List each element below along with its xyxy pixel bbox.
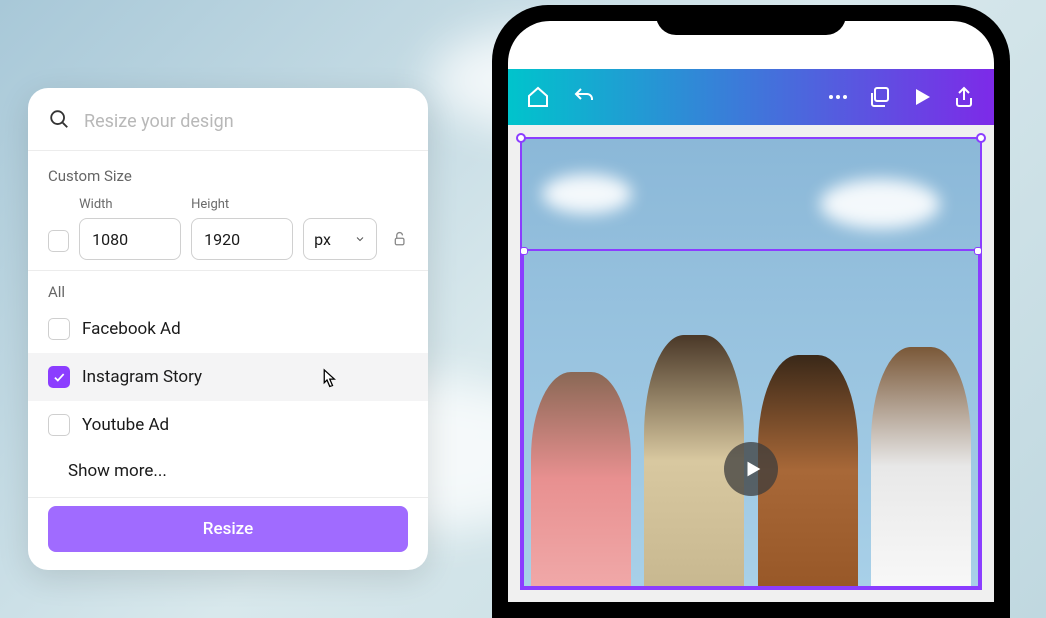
- image-selection-frame[interactable]: [522, 249, 980, 588]
- height-input[interactable]: [191, 218, 293, 260]
- resize-panel: Custom Size Width Height px All Facebook…: [28, 88, 428, 570]
- checkbox[interactable]: [48, 414, 70, 436]
- option-facebook-ad[interactable]: Facebook Ad: [28, 305, 428, 353]
- checkbox[interactable]: [48, 318, 70, 340]
- resize-handle[interactable]: [516, 133, 526, 143]
- header-left: [526, 85, 804, 109]
- layers-icon[interactable]: [868, 85, 892, 109]
- header-right: [826, 85, 976, 109]
- show-more-link[interactable]: Show more...: [48, 449, 408, 497]
- height-field: Height: [191, 197, 293, 260]
- phone-screen: [508, 21, 994, 602]
- share-icon[interactable]: [952, 85, 976, 109]
- option-instagram-story[interactable]: Instagram Story: [28, 353, 428, 401]
- undo-icon[interactable]: [572, 85, 596, 109]
- home-icon[interactable]: [526, 85, 550, 109]
- phone-body: [492, 5, 1010, 618]
- person-graphic: [531, 372, 631, 586]
- checkbox-checked[interactable]: [48, 366, 70, 388]
- phone-mockup: [492, 5, 1010, 618]
- search-input[interactable]: [84, 111, 408, 132]
- option-youtube-ad[interactable]: Youtube Ad: [28, 401, 428, 449]
- canvas-area[interactable]: [508, 125, 994, 602]
- unit-value: px: [314, 230, 331, 249]
- height-label: Height: [191, 197, 293, 212]
- app-header: [508, 69, 994, 125]
- chevron-down-icon: [354, 233, 366, 245]
- more-icon[interactable]: [826, 85, 850, 109]
- person-graphic: [871, 347, 971, 586]
- unit-select[interactable]: px: [303, 218, 377, 260]
- resize-handle[interactable]: [974, 247, 982, 255]
- search-row: [28, 88, 428, 150]
- all-section: All Facebook Ad Instagram Story Youtube …: [28, 271, 428, 497]
- play-icon[interactable]: [910, 85, 934, 109]
- play-overlay-button[interactable]: [724, 442, 778, 496]
- search-icon: [48, 108, 70, 134]
- divider: [28, 497, 428, 498]
- width-input[interactable]: [79, 218, 181, 260]
- resize-button[interactable]: Resize: [48, 506, 408, 552]
- custom-size-section: Custom Size Width Height px: [28, 151, 428, 270]
- phone-notch: [656, 5, 846, 35]
- custom-size-label: Custom Size: [48, 167, 408, 185]
- design-frame[interactable]: [520, 137, 982, 590]
- cloud-graphic: [820, 179, 940, 229]
- fields-row: Width Height px: [48, 197, 408, 260]
- width-field: Width: [79, 197, 181, 260]
- option-label: Instagram Story: [82, 367, 202, 387]
- all-label: All: [48, 283, 408, 301]
- option-label: Youtube Ad: [82, 415, 169, 435]
- width-label: Width: [79, 197, 181, 212]
- cloud-graphic: [542, 174, 632, 214]
- resize-handle[interactable]: [520, 247, 528, 255]
- option-label: Facebook Ad: [82, 319, 181, 339]
- cursor-pointer-icon: [316, 367, 338, 397]
- lock-icon[interactable]: [391, 228, 408, 250]
- resize-handle[interactable]: [976, 133, 986, 143]
- custom-size-checkbox[interactable]: [48, 230, 69, 252]
